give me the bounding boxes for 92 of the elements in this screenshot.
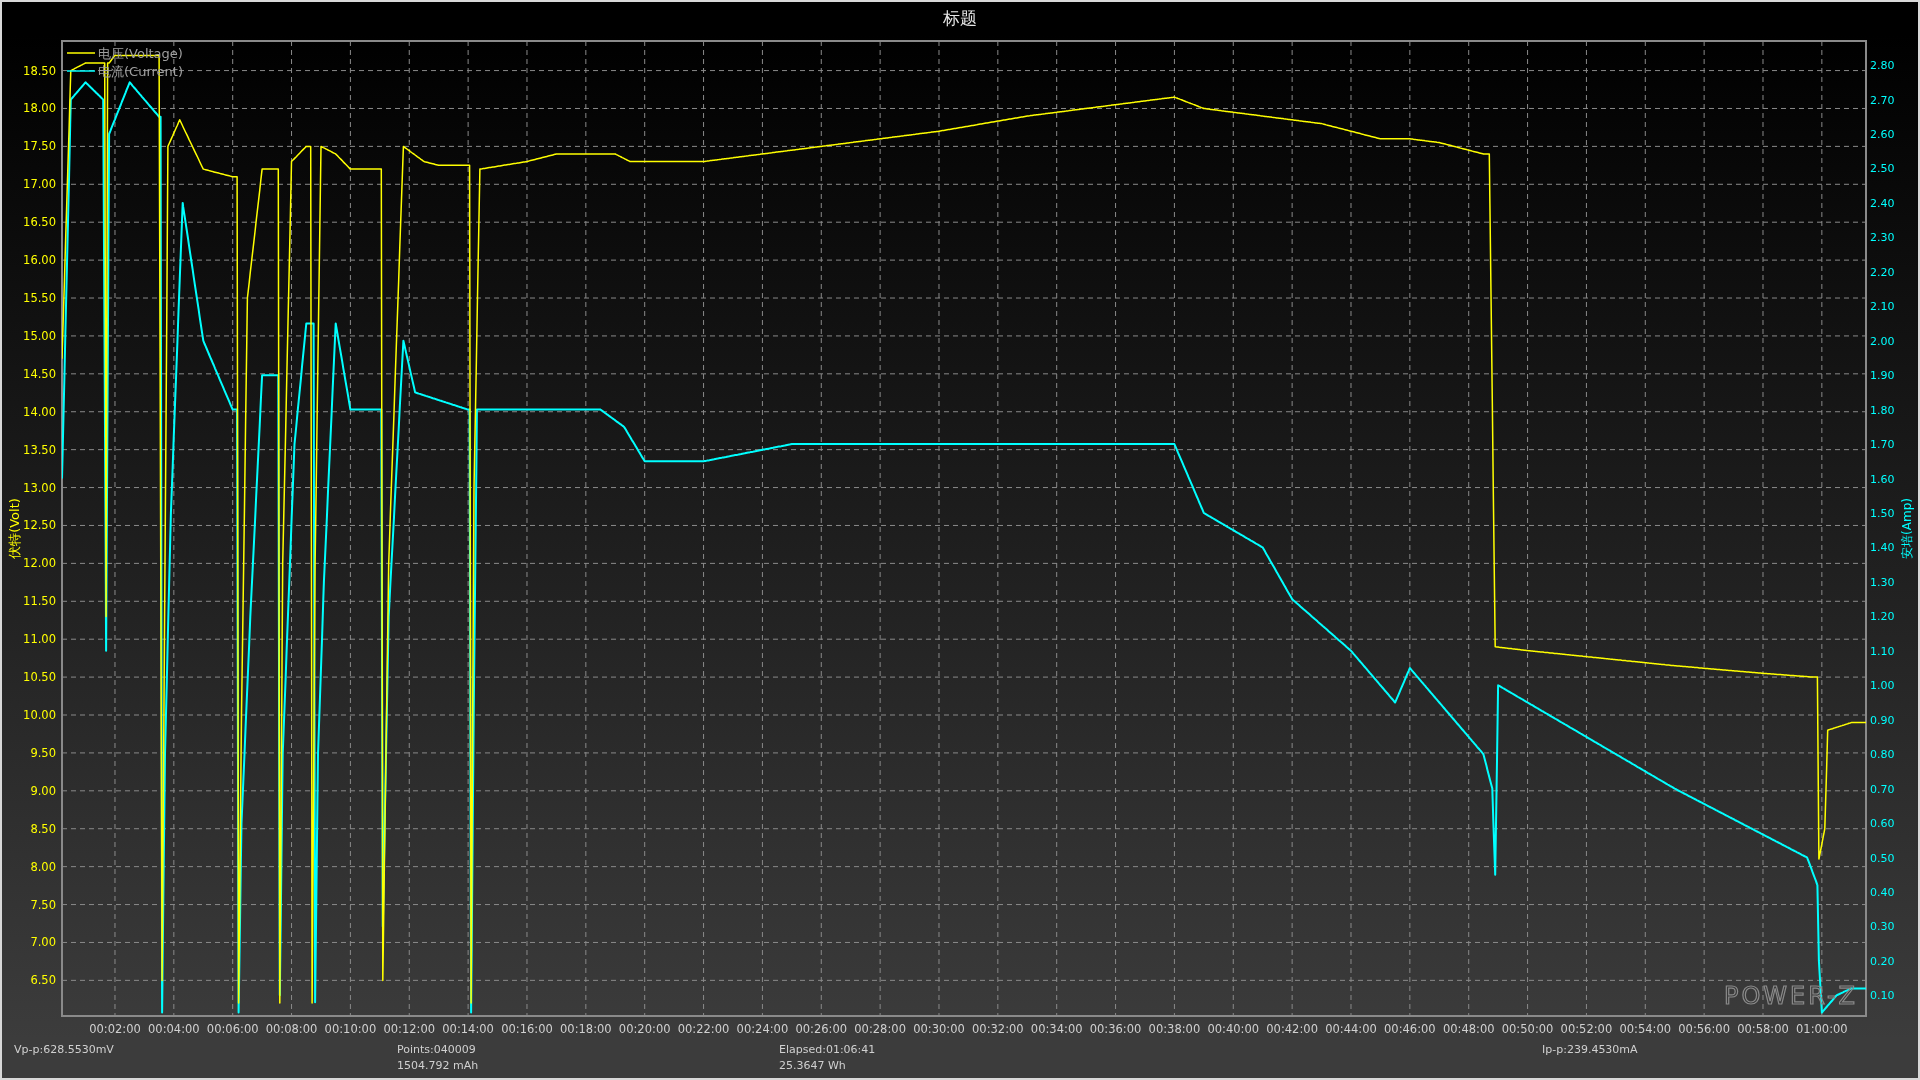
chart-title: 标题 [943,6,977,30]
status-text: Vp-p:628.5530mV [14,1043,115,1056]
x-axis-tick-label: 00:16:00 [501,1022,553,1036]
y-axis-tick-label: 9.00 [30,783,56,798]
y-axis-tick-label: 16.00 [23,253,56,268]
y-axis-tick-label: 9.50 [30,745,56,760]
y2-axis-tick-label: 0.20 [1870,954,1895,968]
y-axis-tick-label: 8.00 [30,859,56,874]
y-axis-tick-label: 10.50 [23,670,56,685]
x-axis-tick-label: 00:52:00 [1560,1022,1613,1036]
x-axis-tick-label: 00:04:00 [148,1022,200,1036]
y2-axis-tick-label: 0.30 [1870,920,1895,934]
y-axis-tick-label: 7.00 [30,935,56,950]
y2-axis-tick-label: 2.00 [1870,334,1895,348]
y2-axis-tick-label: 1.20 [1870,610,1895,624]
x-axis-tick-label: 00:26:00 [795,1022,848,1036]
x-axis-tick-label: 00:36:00 [1089,1022,1142,1036]
y2-axis-tick-label: 1.30 [1870,575,1895,589]
y-axis-tick-label: 7.50 [30,897,56,912]
x-axis-tick-label: 00:20:00 [618,1022,671,1036]
y2-axis-tick-label: 0.40 [1870,885,1895,899]
x-axis-tick-label: 01:00:00 [1796,1022,1848,1036]
y2-axis-tick-label: 2.60 [1870,128,1895,141]
y-axis-tick-label: 17.00 [23,177,56,192]
y-axis-tick-label: 14.50 [23,366,56,381]
y2-axis-tick-label: 2.20 [1870,265,1895,279]
y2-axis-tick-label: 1.60 [1870,472,1895,486]
y2-axis-tick-label: 1.80 [1870,403,1895,417]
x-axis-tick-label: 00:10:00 [324,1022,377,1036]
y2-axis-tick-label: 0.60 [1870,817,1895,831]
y2-axis-title: 安培(Amp) [1900,498,1914,559]
y-axis-title: 伏特(Volt) [7,498,22,559]
status-text: 1504.792 mAh [397,1059,480,1072]
y2-axis-tick-label: 1.50 [1870,507,1895,520]
x-axis-tick-label: 00:46:00 [1384,1022,1436,1036]
x-axis-tick-label: 00:48:00 [1442,1022,1495,1036]
y2-axis-tick-label: 1.90 [1870,369,1895,383]
status-text: Points:040009 [397,1043,477,1056]
y2-axis-tick-label: 2.40 [1870,196,1895,210]
x-axis-tick-label: 00:14:00 [442,1022,494,1036]
x-axis-tick-label: 00:34:00 [1030,1022,1083,1036]
y-axis-tick-label: 13.00 [23,480,56,495]
y2-axis-tick-label: 2.80 [1870,59,1895,73]
y2-axis-tick-label: 1.10 [1870,644,1895,658]
y-axis-tick-label: 15.50 [23,291,56,305]
y2-axis-tick-label: 1.70 [1870,438,1895,452]
y-axis-tick-label: 11.50 [23,594,56,609]
x-axis-tick-label: 00:42:00 [1266,1022,1318,1036]
x-axis-tick-label: 00:40:00 [1207,1022,1260,1036]
x-axis-tick-label: 00:44:00 [1325,1022,1377,1036]
y2-axis-tick-label: 0.80 [1870,748,1895,762]
status-text: Elapsed:01:06:41 [779,1043,877,1056]
x-axis-tick-label: 00:28:00 [854,1022,906,1036]
y2-axis-tick-label: 2.70 [1870,93,1895,107]
y2-axis-tick-label: 1.00 [1870,679,1895,693]
y2-axis-tick-label: 2.10 [1870,300,1895,314]
y-axis-tick-label: 18.50 [23,63,56,78]
y2-axis-tick-label: 1.40 [1870,541,1895,555]
x-axis-tick-label: 00:54:00 [1619,1022,1672,1036]
y-axis-tick-label: 6.50 [30,973,56,988]
x-axis-tick-label: 00:32:00 [972,1022,1024,1036]
x-axis-tick-label: 00:18:00 [560,1022,612,1036]
x-axis-tick-label: 00:22:00 [677,1022,730,1036]
y2-axis-tick-label: 0.70 [1870,782,1895,796]
y-axis-tick-label: 12.50 [23,518,56,533]
y2-axis-tick-label: 0.90 [1870,713,1895,727]
y2-axis-tick-label: 0.50 [1870,851,1895,865]
x-axis-tick-label: 00:24:00 [736,1022,789,1036]
y-axis-tick-label: 8.50 [30,821,56,836]
x-axis-tick-label: 00:58:00 [1737,1022,1789,1036]
y-axis-tick-label: 11.00 [23,632,56,647]
y-axis-tick-label: 12.00 [23,556,56,571]
y2-axis-tick-label: 0.10 [1870,989,1895,1003]
y-axis-tick-label: 14.00 [23,404,56,419]
status-text: 25.3647 Wh [779,1059,847,1072]
y2-axis-tick-label: 2.30 [1870,231,1895,245]
y2-axis-tick-label: 2.50 [1870,162,1895,176]
y-axis-tick-label: 13.50 [23,442,56,457]
status-text: Ip-p:239.4530mA [1542,1043,1639,1056]
x-axis-tick-label: 00:06:00 [206,1022,259,1036]
x-axis-tick-label: 00:38:00 [1148,1022,1201,1036]
y-axis-tick-label: 15.00 [23,328,56,343]
x-axis-tick-label: 00:56:00 [1678,1022,1730,1036]
x-axis-tick-label: 00:12:00 [383,1022,436,1036]
y-axis-tick-label: 17.50 [23,139,56,154]
y-axis-tick-label: 18.00 [23,101,56,116]
y-axis-tick-label: 10.00 [23,708,56,722]
x-axis-tick-label: 00:30:00 [913,1022,965,1036]
y-axis-tick-label: 16.50 [23,215,56,230]
x-axis-tick-label: 00:02:00 [89,1022,141,1036]
x-axis-tick-label: 00:08:00 [265,1022,318,1036]
x-axis-tick-label: 00:50:00 [1501,1022,1554,1036]
